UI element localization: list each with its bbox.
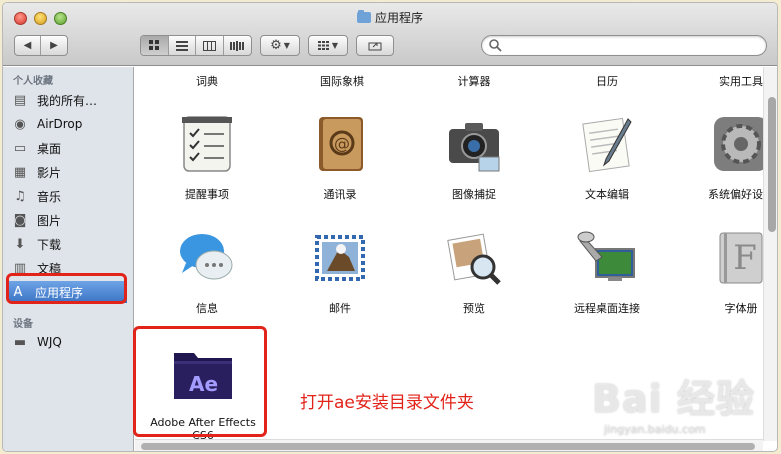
all-files-icon: ▤	[13, 92, 27, 108]
sidebar: 个人收藏 ▤ 我的所有… ◉ AirDrop ▭ 桌面 ▦ 影片 ♫ 音乐 ◙ …	[3, 67, 134, 451]
search-icon	[489, 39, 502, 52]
sidebar-item-pictures[interactable]: ◙ 图片	[11, 209, 129, 231]
back-button[interactable]: ◀	[15, 36, 42, 55]
app-chess[interactable]: 国际象棋	[280, 73, 404, 89]
gear-icon: ⚙	[270, 38, 282, 53]
app-messages[interactable]: 信息	[145, 227, 269, 316]
window-title: 应用程序	[3, 9, 777, 26]
sidebar-item-airdrop[interactable]: ◉ AirDrop	[11, 113, 129, 135]
list-view-button[interactable]	[169, 36, 196, 55]
watermark-logo: Bai 经验	[592, 377, 755, 421]
list-view-icon	[175, 40, 188, 51]
app-label: 图像捕捉	[452, 188, 496, 201]
app-reminders[interactable]: 提醒事项	[145, 113, 269, 202]
mail-icon	[315, 235, 365, 281]
sidebar-item-downloads[interactable]: ⬇ 下载	[11, 233, 129, 255]
pictures-icon: ◙	[13, 212, 27, 228]
app-image-capture[interactable]: 图像捕捉	[412, 113, 536, 202]
messages-icon	[180, 234, 233, 280]
svg-text:F: F	[733, 238, 757, 278]
forward-arrow-icon: ▶	[50, 40, 58, 51]
action-menu-button[interactable]: ⚙ ▼	[260, 35, 300, 56]
app-label: 文本编辑	[585, 188, 629, 201]
sidebar-item-all-files[interactable]: ▤ 我的所有…	[11, 89, 129, 111]
toolbar: 应用程序 ◀ ▶ ⚙ ▼ ▼	[3, 3, 777, 66]
forward-button[interactable]: ▶	[41, 36, 67, 55]
app-label: 远程桌面连接	[574, 302, 640, 315]
coverflow-view-icon	[230, 40, 245, 51]
preview-icon	[447, 233, 501, 285]
back-arrow-icon: ◀	[23, 40, 32, 51]
icon-view-icon	[148, 40, 159, 50]
highlight-box-ae-folder	[133, 326, 267, 437]
back-forward-control: ◀ ▶	[14, 35, 68, 56]
app-dictionary[interactable]: 词典	[145, 73, 269, 89]
sidebar-item-movies[interactable]: ▦ 影片	[11, 161, 129, 183]
sidebar-item-desktop[interactable]: ▭ 桌面	[11, 137, 129, 159]
share-button[interactable]	[356, 35, 394, 56]
app-mail[interactable]: 邮件	[278, 227, 402, 316]
icon-view-button[interactable]	[141, 36, 169, 55]
folder-icon	[356, 10, 371, 23]
view-mode-control	[140, 35, 252, 56]
baidu-watermark: Bai 经验 jingyan.baidu.com	[592, 368, 772, 448]
chevron-down-icon: ▼	[283, 41, 290, 50]
music-icon: ♫	[14, 188, 26, 204]
column-view-button[interactable]	[196, 36, 224, 55]
app-preview[interactable]: 预览	[412, 227, 536, 316]
app-calculator[interactable]: 计算器	[412, 73, 536, 89]
app-label: 通讯录	[323, 188, 357, 201]
sidebar-item-music[interactable]: ♫ 音乐	[11, 185, 129, 207]
contacts-icon: @	[319, 117, 363, 171]
sidebar-item-wjq[interactable]: ▬ WJQ	[11, 331, 129, 353]
chevron-down-icon: ▼	[331, 41, 339, 50]
arrange-menu-button[interactable]: ▼	[308, 35, 348, 56]
app-label: 邮件	[329, 302, 351, 315]
search-field[interactable]	[481, 35, 767, 56]
app-label: 提醒事项	[185, 188, 229, 201]
window-title-text: 应用程序	[374, 11, 423, 25]
vertical-scroll-thumb[interactable]	[768, 97, 776, 232]
share-icon	[368, 42, 382, 51]
sidebar-devices-header: 设备	[13, 319, 33, 330]
app-label: 信息	[196, 302, 218, 315]
disk-icon: ▬	[13, 334, 27, 350]
remote-desktop-icon	[577, 231, 635, 281]
airdrop-icon: ◉	[14, 116, 26, 132]
textedit-icon	[582, 117, 632, 173]
svg-text:@: @	[334, 134, 350, 153]
highlight-box-applications	[6, 273, 127, 304]
downloads-icon: ⬇	[14, 236, 26, 252]
watermark-url: jingyan.baidu.com	[604, 423, 706, 436]
coverflow-view-button[interactable]	[224, 36, 251, 55]
app-label: 预览	[463, 302, 485, 315]
desktop-icon: ▭	[13, 140, 27, 156]
annotation-text: 打开ae安装目录文件夹	[300, 393, 474, 413]
movies-icon: ▦	[13, 164, 27, 180]
app-remote-desktop[interactable]: 远程桌面连接	[545, 227, 669, 316]
app-textedit[interactable]: 文本编辑	[545, 113, 669, 202]
sidebar-favorites-header: 个人收藏	[13, 76, 53, 87]
arrange-grid-icon	[317, 41, 329, 50]
app-calendar[interactable]: 日历	[545, 73, 669, 89]
camera-icon	[449, 123, 500, 172]
column-view-icon	[202, 40, 216, 51]
reminders-icon	[182, 116, 232, 172]
app-contacts[interactable]: @ 通讯录	[278, 113, 402, 202]
